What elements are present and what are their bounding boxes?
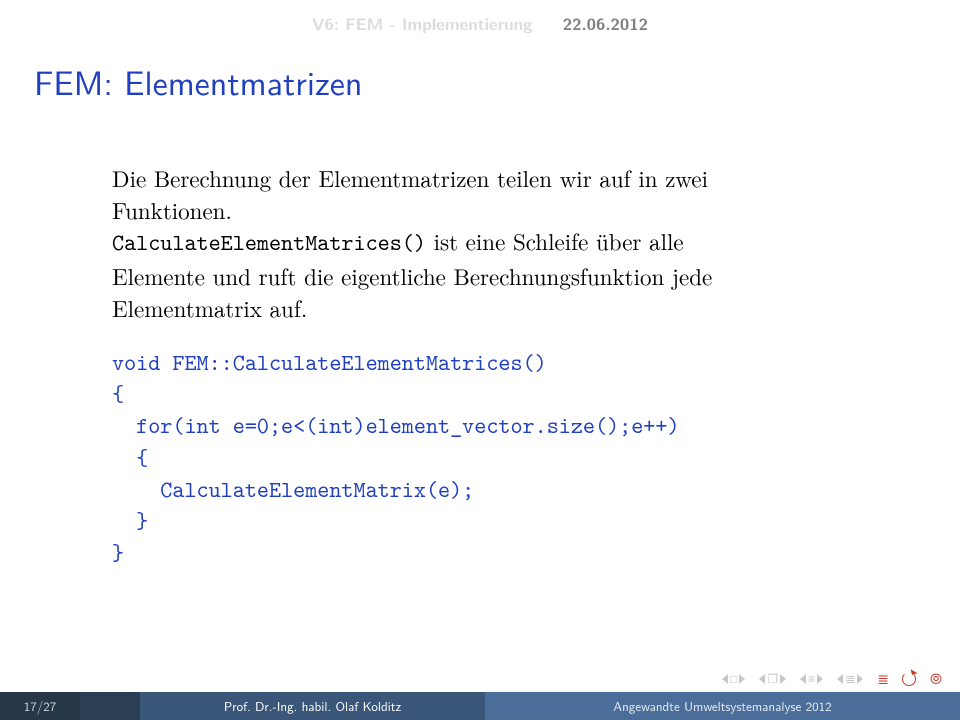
prev-icon	[759, 674, 765, 684]
slide-icon: □	[730, 672, 737, 686]
text: ist eine Schleife über alle	[426, 224, 684, 257]
nav-search-icon[interactable]: ⦾	[930, 668, 942, 689]
nav-frame[interactable]: ❐	[759, 672, 786, 686]
text: Elemente und ruft die eigentliche Berech…	[112, 259, 712, 292]
nav-subsection[interactable]: ≡	[800, 672, 823, 686]
footer-title: Angewandte Umweltsystemanalyse 2012	[485, 692, 960, 720]
paragraph-1: Die Berechnung der Elementmatrizen teile…	[112, 162, 880, 225]
prev-icon	[800, 674, 806, 684]
footer-page-number: 17/27	[0, 692, 80, 720]
code-inline: CalculateElementMatrices()	[112, 228, 426, 258]
header-section: V6: FEM - Implementierung	[312, 12, 532, 36]
paragraph-2: CalculateElementMatrices() ist eine Schl…	[112, 225, 880, 323]
prev-icon	[722, 674, 728, 684]
beamer-nav-symbols: □ ❐ ≡ ≣ ≣ ⦾	[722, 668, 942, 689]
next-icon	[857, 674, 863, 684]
slide-body: Die Berechnung der Elementmatrizen teile…	[112, 162, 880, 570]
next-icon	[739, 674, 745, 684]
slide-footer: 17/27 Prof. Dr.-Ing. habil. Olaf Kolditz…	[0, 692, 960, 720]
slide-title: FEM: Elementmatrizen	[34, 56, 362, 106]
prev-icon	[837, 674, 843, 684]
next-icon	[817, 674, 823, 684]
text: Die Berechnung der Elementmatrizen teile…	[112, 161, 708, 194]
nav-section[interactable]: ≣	[837, 672, 863, 686]
footer-author: Prof. Dr.-Ing. habil. Olaf Kolditz	[140, 692, 485, 720]
slide-header: V6: FEM - Implementierung 22.06.2012	[0, 12, 960, 36]
frame-icon: ❐	[767, 672, 778, 686]
subsection-icon: ≡	[808, 672, 815, 686]
section-icon: ≣	[845, 672, 855, 686]
footer-spacer	[80, 692, 140, 720]
nav-slide[interactable]: □	[722, 672, 745, 686]
header-date: 22.06.2012	[563, 12, 648, 36]
text: Elementmatrix auf.	[112, 291, 307, 324]
nav-back-icon[interactable]	[902, 672, 916, 686]
code-block: void FEM::CalculateElementMatrices() { f…	[112, 348, 880, 570]
text: Funktionen.	[112, 193, 232, 226]
next-icon	[780, 674, 786, 684]
nav-appendix-icon[interactable]: ≣	[877, 669, 888, 689]
